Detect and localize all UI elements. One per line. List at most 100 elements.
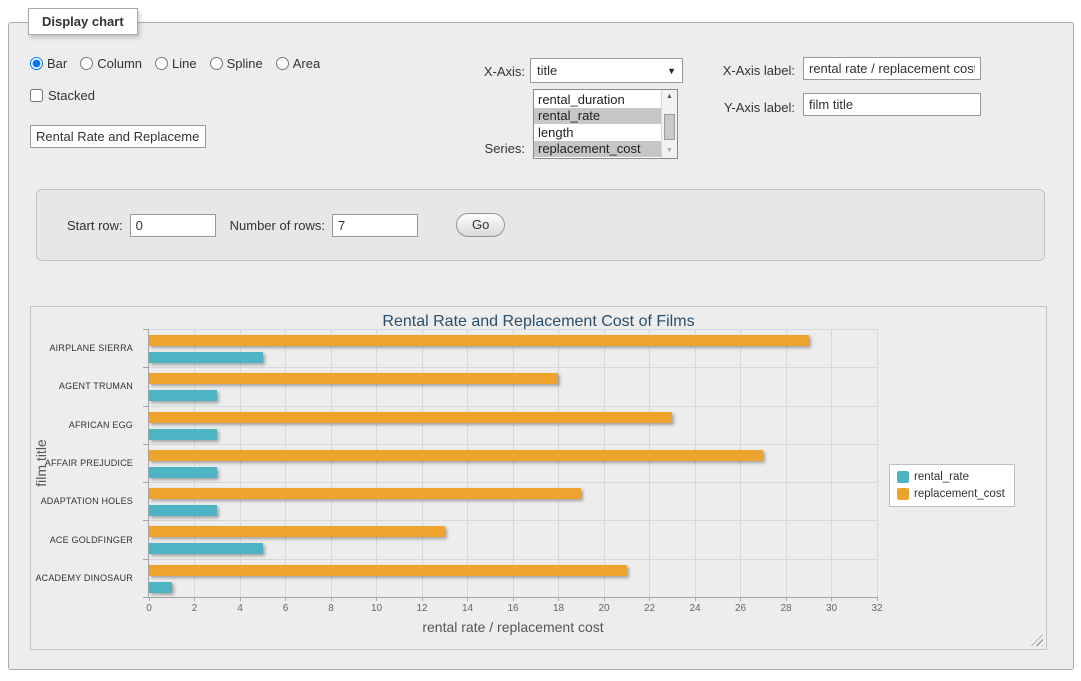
page: Display chart Bar Column Line Spline Area St…: [0, 0, 1081, 681]
replacement_cost-bar[interactable]: [149, 488, 581, 499]
gridline: [740, 329, 741, 597]
axis-tick: [143, 444, 148, 445]
replacement_cost-bar[interactable]: [149, 373, 558, 384]
axis-tick: [513, 597, 514, 601]
replacement_cost-bar[interactable]: [149, 412, 672, 423]
legend-label: rental_rate: [914, 471, 969, 483]
y-axis-label-input[interactable]: [803, 93, 981, 116]
rental_rate-bar[interactable]: [149, 543, 263, 554]
axis-tick: [877, 597, 878, 601]
x-tick-label: 30: [826, 603, 837, 614]
axis-tick: [143, 406, 148, 407]
chart-type-group: Bar Column Line Spline Area: [30, 56, 320, 71]
gridline: [513, 329, 514, 597]
x-tick-label: 26: [735, 603, 746, 614]
rental_rate-bar[interactable]: [149, 390, 217, 401]
chart-type-bar[interactable]: Bar: [30, 56, 67, 71]
chart-type-label: Area: [293, 56, 320, 71]
axis-tick: [376, 597, 377, 601]
gridline: [149, 406, 877, 407]
chart-title-input[interactable]: [30, 125, 206, 148]
axis-tick: [740, 597, 741, 601]
rental_rate-bar[interactable]: [149, 429, 217, 440]
gridline: [240, 329, 241, 597]
chart-type-spline[interactable]: Spline: [210, 56, 263, 71]
axis-tick: [240, 597, 241, 601]
chart-type-label: Bar: [47, 56, 67, 71]
stacked-checkbox-row[interactable]: Stacked: [30, 88, 95, 103]
x-axis-label-input[interactable]: [803, 57, 981, 80]
x-axis-title: rental rate / replacement cost: [149, 619, 877, 635]
axis-tick: [649, 597, 650, 601]
series-option-rental_duration[interactable]: rental_duration: [534, 91, 661, 108]
chart-type-column[interactable]: Column: [80, 56, 142, 71]
gridline: [149, 559, 877, 560]
chart-type-label: Line: [172, 56, 197, 71]
num-rows-label: Number of rows:: [230, 218, 325, 233]
scroll-down-icon[interactable]: ▼: [662, 144, 677, 158]
gridline: [149, 482, 877, 483]
category-label: AFRICAN EGG: [69, 420, 133, 430]
chart-legend: rental_rate replacement_cost: [889, 464, 1015, 507]
go-button[interactable]: Go: [456, 213, 505, 237]
legend-item-replacement_cost[interactable]: replacement_cost: [897, 488, 1005, 500]
chart-type-line[interactable]: Line: [155, 56, 197, 71]
series-option-rental_rate[interactable]: rental_rate: [534, 108, 661, 125]
axis-tick: [695, 597, 696, 601]
series-options: rental_durationrental_ratelengthreplacem…: [534, 91, 661, 157]
series-listbox[interactable]: rental_durationrental_ratelengthreplacem…: [533, 89, 678, 159]
start-row-input[interactable]: [130, 214, 216, 237]
axis-tick: [558, 597, 559, 601]
axis-tick: [149, 597, 150, 601]
gridline: [604, 329, 605, 597]
x-tick-label: 14: [462, 603, 473, 614]
axis-tick: [143, 367, 148, 368]
rental_rate-bar[interactable]: [149, 505, 217, 516]
rental_rate-bar[interactable]: [149, 352, 263, 363]
plot-area: [149, 329, 877, 597]
start-row-label: Start row:: [67, 218, 123, 233]
x-tick-label: 6: [283, 603, 289, 614]
chart-type-bar-radio[interactable]: [30, 57, 43, 70]
x-tick-label: 24: [689, 603, 700, 614]
gridline: [786, 329, 787, 597]
panel-legend: Display chart: [28, 8, 138, 35]
rental_rate-bar[interactable]: [149, 467, 217, 478]
replacement_cost-bar[interactable]: [149, 335, 809, 346]
scrollbar-thumb[interactable]: [664, 114, 675, 140]
rental_rate-bar[interactable]: [149, 582, 172, 593]
x-tick-label: 4: [237, 603, 243, 614]
replacement_cost-bar[interactable]: [149, 565, 627, 576]
legend-item-rental_rate[interactable]: rental_rate: [897, 471, 1005, 483]
chart-type-spline-radio[interactable]: [210, 57, 223, 70]
replacement_cost-bar[interactable]: [149, 526, 445, 537]
gridline: [149, 520, 877, 521]
resize-grip-icon[interactable]: [1031, 634, 1043, 646]
num-rows-input[interactable]: [332, 214, 418, 237]
display-chart-panel: Display chart BarColumnLineSplineArea St…: [8, 22, 1074, 670]
category-label: ACE GOLDFINGER: [50, 535, 133, 545]
replacement_cost-bar[interactable]: [149, 450, 763, 461]
gridline: [285, 329, 286, 597]
gridline: [695, 329, 696, 597]
axis-tick: [786, 597, 787, 601]
chart-type-line-radio[interactable]: [155, 57, 168, 70]
chart-type-column-radio[interactable]: [80, 57, 93, 70]
axis-tick: [143, 482, 148, 483]
series-option-replacement_cost[interactable]: replacement_cost: [534, 141, 661, 158]
axis-tick: [831, 597, 832, 601]
category-label: ACADEMY DINOSAUR: [35, 573, 133, 583]
x-tick-label: 20: [598, 603, 609, 614]
series-option-length[interactable]: length: [534, 124, 661, 141]
axis-tick: [143, 597, 148, 598]
x-tick-label: 22: [644, 603, 655, 614]
x-axis-select-label: X-Axis:: [409, 64, 525, 79]
axis-tick: [467, 597, 468, 601]
chart-type-area[interactable]: Area: [276, 56, 320, 71]
chart-container: Rental Rate and Replacement Cost of Film…: [30, 306, 1047, 650]
category-label: AFFAIR PREJUDICE: [45, 458, 133, 468]
chart-type-area-radio[interactable]: [276, 57, 289, 70]
axis-tick: [143, 520, 148, 521]
stacked-checkbox[interactable]: [30, 89, 43, 102]
axis-tick: [331, 597, 332, 601]
